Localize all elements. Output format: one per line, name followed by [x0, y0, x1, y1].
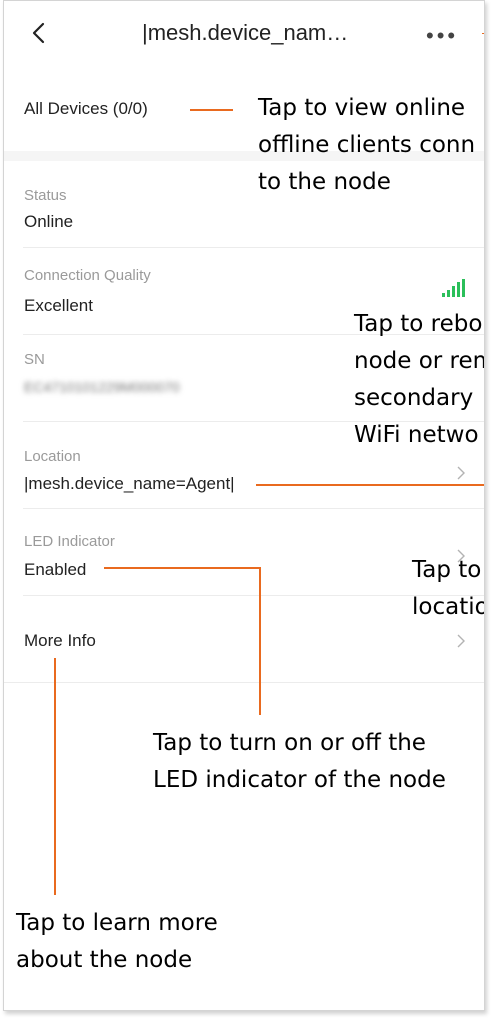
connection-quality-value: Excellent	[24, 296, 93, 315]
all-devices-value: All Devices (0/0)	[24, 99, 148, 118]
phone-screen: |mesh.device_nam… ••• All Devices (0/0) …	[3, 0, 485, 1011]
annotation-more-info: Tap to learn more about the node	[16, 910, 218, 973]
sn-label: SN	[24, 351, 45, 368]
annotation-line	[256, 484, 484, 486]
chevron-right-icon[interactable]	[454, 466, 468, 480]
status-value: Online	[24, 212, 74, 231]
top-bar: |mesh.device_nam… •••	[4, 1, 484, 67]
connection-quality-label: Connection Quality	[24, 267, 151, 284]
annotation-line	[54, 658, 56, 895]
page-title: |mesh.device_nam…	[142, 20, 349, 45]
led-value: Enabled	[24, 560, 87, 579]
annotation-line	[190, 109, 233, 111]
signal-strength-icon	[442, 279, 465, 297]
annotation-online-offline: Tap to view online offline clients conn …	[258, 95, 476, 195]
annotation-reboot: Tap to rebo node or rem secondary WiFi n…	[354, 311, 485, 448]
sn-value: EC4710101229M000070	[24, 379, 180, 395]
location-label: Location	[24, 448, 81, 465]
chevron-right-icon[interactable]	[454, 634, 468, 648]
chevron-left-icon[interactable]	[26, 19, 54, 47]
annotation-led: Tap to turn on or off the LED indicator …	[153, 730, 446, 793]
status-label: Status	[24, 187, 67, 204]
led-label: LED Indicator	[24, 533, 115, 550]
location-value: |mesh.device_name=Agent|	[24, 474, 235, 493]
annotation-line	[104, 567, 261, 569]
annotation-location: Tap to locatio	[412, 557, 485, 620]
more-info-value: More Info	[24, 631, 96, 650]
divider	[4, 682, 484, 683]
annotation-line	[259, 567, 261, 715]
annotation-line	[482, 33, 484, 34]
more-dots-icon[interactable]: •••	[426, 23, 458, 49]
